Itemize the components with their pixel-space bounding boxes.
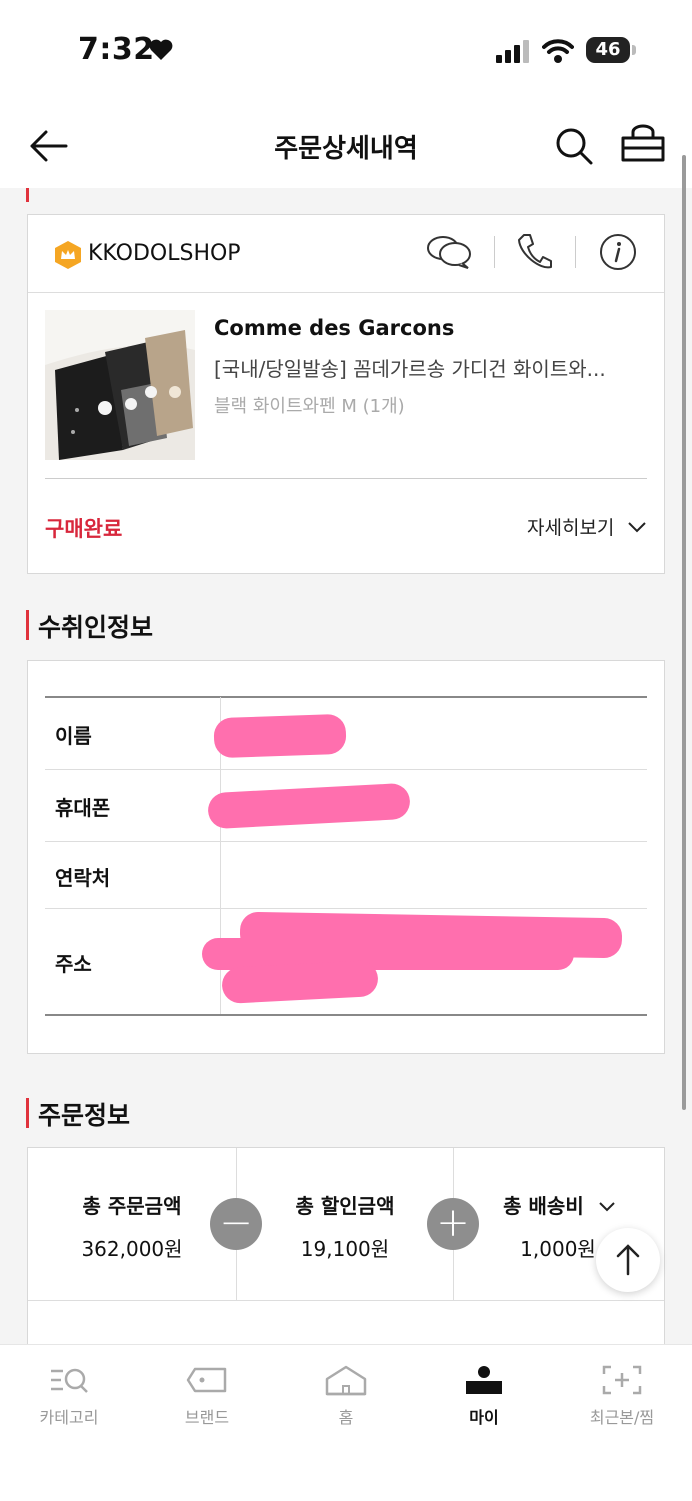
nav-label: 카테고리 <box>39 1408 99 1427</box>
nav-label: 마이 <box>469 1408 499 1427</box>
total-discount-label: 총 할인금액 <box>295 1194 395 1218</box>
shopping-bag-icon[interactable] <box>620 124 666 164</box>
nav-label: 브랜드 <box>184 1408 230 1427</box>
section-accent-bar <box>26 610 29 640</box>
chevron-down-icon <box>599 1202 615 1212</box>
product-option: 블랙 화이트와펜 M (1개) <box>214 396 405 417</box>
recipient-name-label: 이름 <box>55 724 92 748</box>
shipping-fee-toggle[interactable]: 총 배송비 <box>460 1190 660 1219</box>
status-time: 7:32 <box>78 32 155 67</box>
table-row-divider <box>45 908 647 909</box>
chat-icon[interactable] <box>426 234 472 270</box>
scrollbar[interactable] <box>682 155 686 1110</box>
nav-label: 최근본/찜 <box>589 1408 655 1427</box>
nav-item-brand[interactable]: 브랜드 <box>138 1364 276 1428</box>
heart-icon <box>149 39 173 60</box>
table-top-border <box>45 696 647 698</box>
category-search-icon <box>51 1368 88 1393</box>
info-icon[interactable] <box>599 233 637 271</box>
product-photo <box>45 310 195 460</box>
battery-indicator: 46 <box>586 37 630 63</box>
nav-item-category[interactable]: 카테고리 <box>0 1364 138 1428</box>
search-icon[interactable] <box>554 126 594 166</box>
recipient-mobile-label: 휴대폰 <box>55 796 111 820</box>
scroll-to-top-button[interactable] <box>596 1228 660 1292</box>
redaction-mark <box>213 713 347 759</box>
phone-icon[interactable] <box>516 232 554 272</box>
card-divider <box>45 478 647 479</box>
recipient-contact-label: 연락처 <box>55 866 111 890</box>
battery-tip <box>632 45 636 55</box>
table-row-divider <box>45 769 647 770</box>
view-details-label: 자세히보기 <box>527 517 615 539</box>
signal-icon <box>496 40 529 63</box>
total-order-amount-label: 총 주문금액 <box>82 1194 182 1218</box>
arrow-up-icon <box>616 1244 640 1276</box>
row-divider <box>28 1300 664 1301</box>
table-bottom-border <box>45 1014 647 1016</box>
nav-label: 홈 <box>338 1408 354 1427</box>
product-name[interactable]: [국내/당일발송] 꼼데가르송 가디건 화이트와... <box>214 353 634 382</box>
person-icon <box>466 1366 502 1394</box>
seller-name[interactable]: KKODOLSHOP <box>88 241 241 266</box>
recent-icon <box>602 1365 642 1395</box>
crown-badge-icon <box>55 241 81 269</box>
icon-divider <box>494 236 495 268</box>
order-status: 구매완료 <box>45 517 123 541</box>
product-brand[interactable]: Comme des Garcons <box>214 316 454 340</box>
section-accent-bar <box>26 188 29 202</box>
recipient-address-label: 주소 <box>55 952 92 976</box>
total-discount-value: 19,100원 <box>300 1237 390 1261</box>
icon-divider <box>575 236 576 268</box>
nav-item-recent[interactable]: 최근본/찜 <box>553 1364 691 1428</box>
wifi-icon <box>542 39 574 63</box>
tag-icon <box>186 1367 227 1393</box>
total-shipping-label: 총 배송비 <box>503 1194 584 1218</box>
nav-item-home[interactable]: 홈 <box>277 1364 415 1428</box>
chevron-down-icon <box>628 522 647 533</box>
view-details-button[interactable]: 자세히보기 <box>527 513 648 540</box>
nav-item-my[interactable]: 마이 <box>415 1364 553 1428</box>
order-section-title: 주문정보 <box>38 1101 131 1130</box>
recipient-section-title: 수취인정보 <box>38 613 154 642</box>
total-order-amount-value: 362,000원 <box>81 1237 183 1261</box>
table-row-divider <box>45 841 647 842</box>
card-divider <box>28 292 664 293</box>
product-thumbnail[interactable] <box>45 310 195 460</box>
home-icon <box>325 1365 367 1396</box>
section-accent-bar <box>26 1098 29 1128</box>
